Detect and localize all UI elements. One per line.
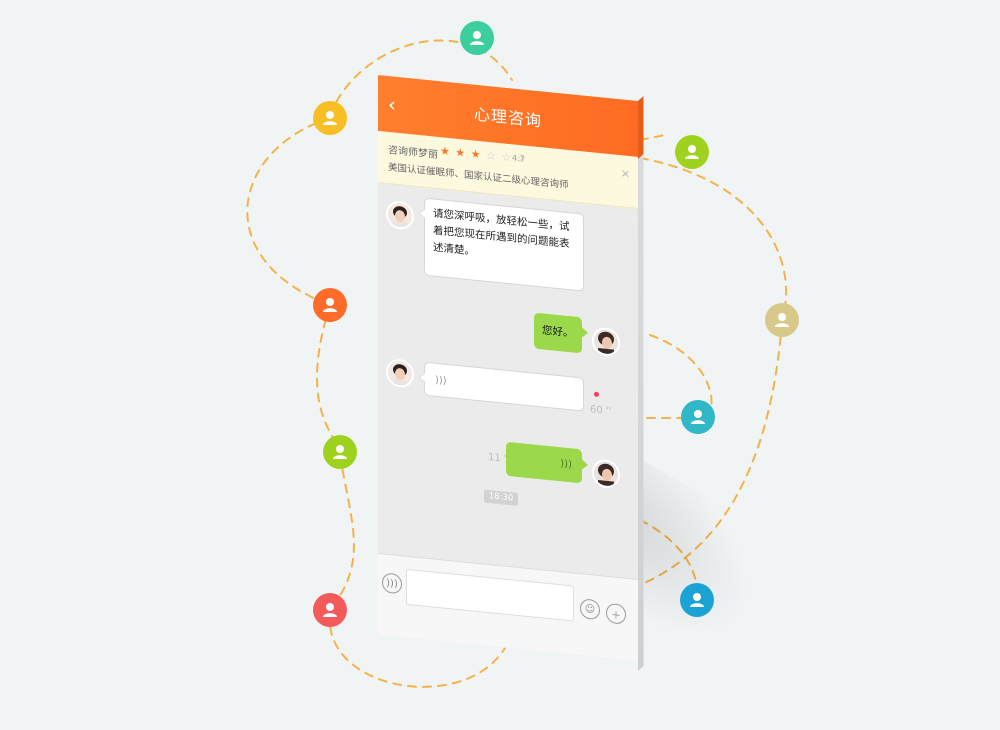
voice-message-counselor[interactable]: ))) [424,361,584,412]
user-face-icon [594,328,618,356]
woman-face-icon [388,202,412,229]
plus-button[interactable]: ＋ [606,602,626,625]
user-icon [323,298,337,312]
network-user-node [765,303,799,337]
network-user-node [313,101,347,135]
voice-icon: ))) [435,374,447,387]
counselor-certification: 美国认证催眠师、国家认证二级心理咨询师 [388,162,569,192]
phone-screen: ‹ 心理咨询 咨询师梦丽 ★ ★ ★ ☆ ☆ ☆ 4.7 美国认证催眠师、国家认… [378,75,638,661]
network-user-node [681,400,715,434]
rating-value: 4.7 [512,153,525,164]
phone-side-edge-top [638,96,644,159]
voice-input-button[interactable]: ))) [382,572,402,595]
message-input[interactable] [406,568,574,622]
user-avatar[interactable] [592,326,620,358]
timestamp: 18:30 [484,489,518,506]
network-user-node [680,583,714,617]
unread-dot [594,391,599,398]
user-icon [775,313,789,327]
emoji-button[interactable]: ☺ [580,598,600,621]
user-icon [333,445,347,459]
network-user-node [313,288,347,322]
message-bubble-user[interactable]: 您好。 [534,312,582,354]
user-avatar[interactable] [592,458,620,490]
network-user-node [323,435,357,469]
user-icon [323,603,337,617]
woman-face-icon [388,360,412,387]
counselor-avatar[interactable] [386,357,414,389]
phone-side-edge [638,96,644,671]
user-icon [470,31,484,45]
message-bubble-counselor[interactable]: 请您深呼吸，放轻松一些，试 着把您现在所遇到的问题能表 述清楚。 [424,197,584,292]
counselor-name: 咨询师梦丽 [388,145,438,161]
counselor-avatar[interactable] [386,199,414,231]
network-user-node [313,593,347,627]
stars-filled: ★ ★ ★ [440,144,482,162]
page-title: 心理咨询 [473,104,542,131]
emoji-icon: ☺ [584,603,596,616]
user-icon [323,111,337,125]
user-icon [685,145,699,159]
network-user-node [460,21,494,55]
close-icon[interactable]: ✕ [621,167,630,181]
plus-icon: ＋ [611,609,621,622]
voice-duration: 60 '' [590,404,612,418]
user-face-icon [594,460,618,488]
voice-icon: ))) [560,458,572,471]
voice-message-user[interactable]: ))) [506,441,582,484]
user-icon [691,410,705,424]
network-user-node [675,135,709,169]
message-text: 您好。 [542,324,574,340]
voice-icon: ))) [386,577,398,590]
user-icon [690,593,704,607]
